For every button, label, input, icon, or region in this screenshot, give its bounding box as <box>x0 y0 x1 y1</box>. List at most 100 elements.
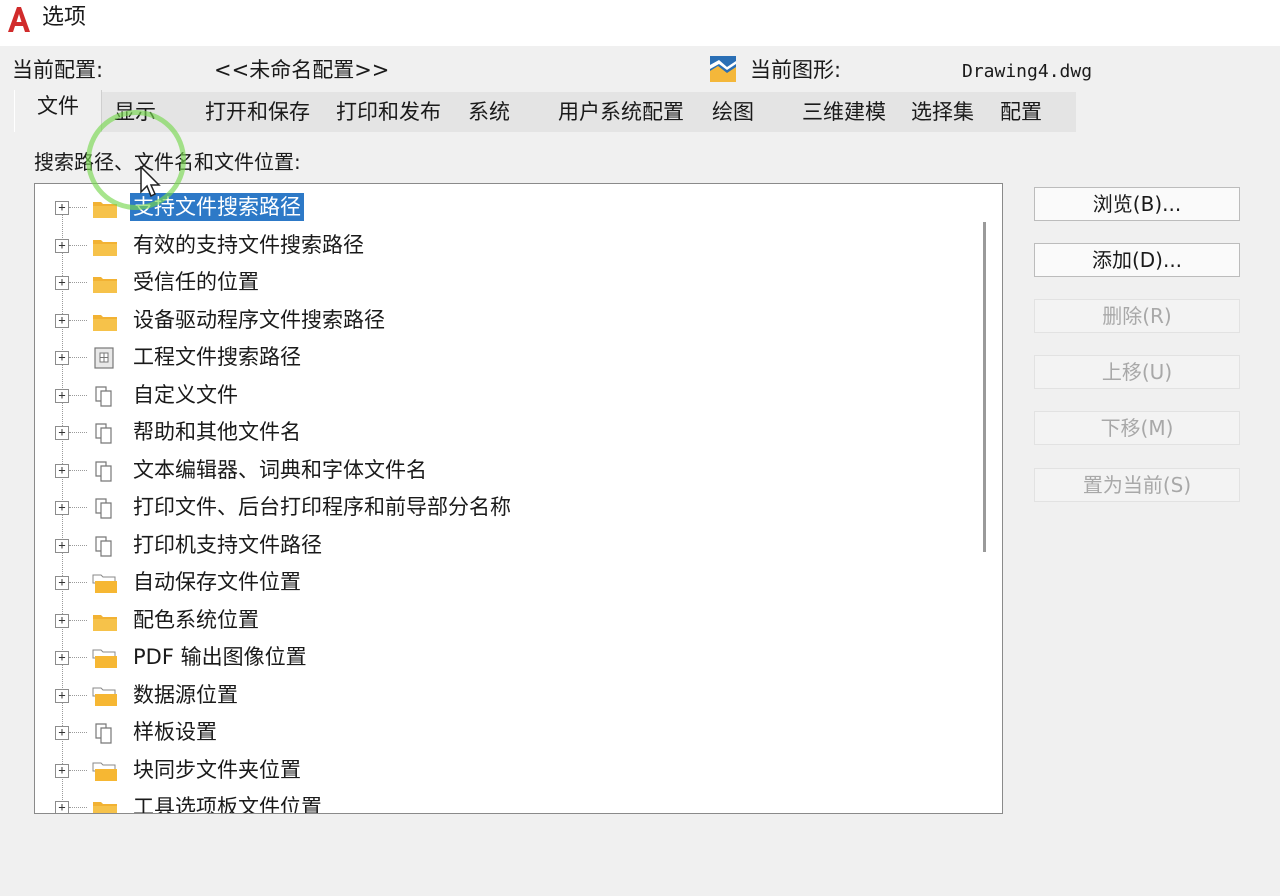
tree-item-label[interactable]: 打印文件、后台打印程序和前导部分名称 <box>130 493 514 521</box>
tab-files[interactable]: 文件 <box>14 90 102 132</box>
drawing-file-icon <box>710 56 736 82</box>
tree-connector <box>69 544 87 546</box>
expand-icon[interactable]: + <box>55 501 69 515</box>
highlight-ring <box>86 110 186 210</box>
expand-icon[interactable]: + <box>55 313 69 328</box>
current-profile-label: 当前配置: <box>12 58 104 82</box>
tree-connector <box>69 394 87 396</box>
tree-item[interactable]: + 帮助和其他文件名 <box>35 415 970 451</box>
remove-button[interactable]: 删除(R) <box>1034 299 1240 333</box>
tree-item[interactable]: + 自定义文件 <box>35 378 970 414</box>
expand-icon[interactable]: + <box>55 388 69 403</box>
folder-icon <box>91 309 119 333</box>
current-profile-value: <<未命名配置>> <box>214 58 390 82</box>
tree-item[interactable]: + 有效的支持文件搜索路径 <box>35 228 970 264</box>
tree-item[interactable]: + 打印机支持文件路径 <box>35 528 970 564</box>
tree-item[interactable]: + 工具选项板文件位置 <box>35 790 970 813</box>
folder-icon <box>91 271 119 295</box>
vertical-scrollbar[interactable] <box>983 222 986 552</box>
expand-icon[interactable]: + <box>55 576 69 590</box>
files-icon <box>91 496 119 520</box>
tab-plot-and-publish[interactable]: 打印和发布 <box>336 96 441 130</box>
tree-item-label[interactable]: 有效的支持文件搜索路径 <box>130 231 367 259</box>
current-drawing-label: 当前图形: <box>750 58 842 82</box>
expand-icon[interactable]: + <box>55 426 69 440</box>
tree-connector <box>69 694 87 696</box>
tree-item[interactable]: + 打印文件、后台打印程序和前导部分名称 <box>35 490 970 526</box>
tree-item[interactable]: + 设备驱动程序文件搜索路径 <box>35 303 970 339</box>
expand-icon[interactable]: + <box>55 201 69 215</box>
browse-button[interactable]: 浏览(B)... <box>1034 187 1240 221</box>
file-locations-tree[interactable]: + 支持文件搜索路径 + 有效的支持文件搜索路径 + 受信任的位置 + 设备驱动程序文件搜索路… <box>34 183 1003 814</box>
tab-drafting[interactable]: 绘图 <box>712 96 754 130</box>
tree-item-label[interactable]: 打印机支持文件路径 <box>130 531 325 559</box>
tree-connector <box>69 807 87 808</box>
tab-open-and-save[interactable]: 打开和保存 <box>205 96 310 130</box>
current-drawing-value: Drawing4.dwg <box>962 61 1093 82</box>
files-icon <box>91 534 119 558</box>
add-button[interactable]: 添加(D)... <box>1034 243 1240 277</box>
tree-item-label[interactable]: 数据源位置 <box>130 681 241 709</box>
open-folder-icon <box>91 759 119 783</box>
tree-item-label[interactable]: PDF 输出图像位置 <box>130 643 310 671</box>
tree-item-label[interactable]: 自动保存文件位置 <box>130 568 304 596</box>
window-title: 选项 <box>42 5 87 30</box>
move-up-button[interactable]: 上移(U) <box>1034 355 1240 389</box>
expand-icon[interactable]: + <box>55 801 69 813</box>
tree-connector <box>69 432 87 433</box>
folder-icon <box>91 234 119 258</box>
tree-item[interactable]: + 受信任的位置 <box>35 265 970 301</box>
tree-connector <box>69 582 87 583</box>
autocad-logo-icon <box>8 7 30 32</box>
tree-item[interactable]: + PDF 输出图像位置 <box>35 640 970 676</box>
expand-icon[interactable]: + <box>55 463 69 478</box>
files-icon <box>91 721 119 745</box>
tree-item-label[interactable]: 受信任的位置 <box>130 268 262 296</box>
tree-item-label[interactable]: 设备驱动程序文件搜索路径 <box>130 306 388 334</box>
move-down-button[interactable]: 下移(M) <box>1034 411 1240 445</box>
tree-item[interactable]: + 工程文件搜索路径 <box>35 340 970 376</box>
tree-connector <box>69 619 87 621</box>
tab-profiles[interactable]: 配置 <box>1000 96 1042 130</box>
tree-item[interactable]: + 块同步文件夹位置 <box>35 753 970 789</box>
tree-connector <box>69 282 87 283</box>
expand-icon[interactable]: + <box>55 276 69 290</box>
tree-item-label[interactable]: 帮助和其他文件名 <box>130 418 304 446</box>
tree-item-label[interactable]: 工程文件搜索路径 <box>130 343 304 371</box>
tree-item[interactable]: + 数据源位置 <box>35 678 970 714</box>
files-icon <box>91 459 119 483</box>
tree-item-label[interactable]: 文本编辑器、词典和字体文件名 <box>130 456 430 484</box>
tree-item-label[interactable]: 自定义文件 <box>130 381 241 409</box>
tab-3d-modeling[interactable]: 三维建模 <box>802 96 886 130</box>
tree-connector <box>69 769 87 771</box>
expand-icon[interactable]: + <box>55 238 69 253</box>
mouse-cursor-icon <box>140 166 161 198</box>
tree-connector <box>69 319 87 321</box>
expand-icon[interactable]: + <box>55 726 69 740</box>
tree-item[interactable]: + 配色系统位置 <box>35 603 970 639</box>
tree-item[interactable]: + 样板设置 <box>35 715 970 751</box>
expand-icon[interactable]: + <box>55 763 69 778</box>
set-current-button[interactable]: 置为当前(S) <box>1034 468 1240 502</box>
tree-item-label[interactable]: 样板设置 <box>130 718 220 746</box>
expand-icon[interactable]: + <box>55 688 69 703</box>
tree-item-label[interactable]: 配色系统位置 <box>130 606 262 634</box>
expand-icon[interactable]: + <box>55 613 69 628</box>
tree-item[interactable]: + 文本编辑器、词典和字体文件名 <box>35 453 970 489</box>
tab-selection[interactable]: 选择集 <box>911 96 974 130</box>
expand-icon[interactable]: + <box>55 651 69 665</box>
tree-item-label[interactable]: 工具选项板文件位置 <box>130 793 325 813</box>
expand-icon[interactable]: + <box>55 538 69 553</box>
open-folder-icon <box>91 684 119 708</box>
tree-connector <box>69 469 87 471</box>
tree-item[interactable]: + 支持文件搜索路径 <box>35 190 970 226</box>
tree-connector <box>69 732 87 733</box>
tree-connector <box>69 244 87 246</box>
tree-item[interactable]: + 自动保存文件位置 <box>35 565 970 601</box>
tab-user-preferences[interactable]: 用户系统配置 <box>558 96 684 130</box>
expand-icon[interactable]: + <box>55 351 69 365</box>
open-folder-icon <box>91 571 119 595</box>
tree-connector <box>69 507 87 508</box>
tab-system[interactable]: 系统 <box>468 96 510 130</box>
tree-item-label[interactable]: 块同步文件夹位置 <box>130 756 304 784</box>
